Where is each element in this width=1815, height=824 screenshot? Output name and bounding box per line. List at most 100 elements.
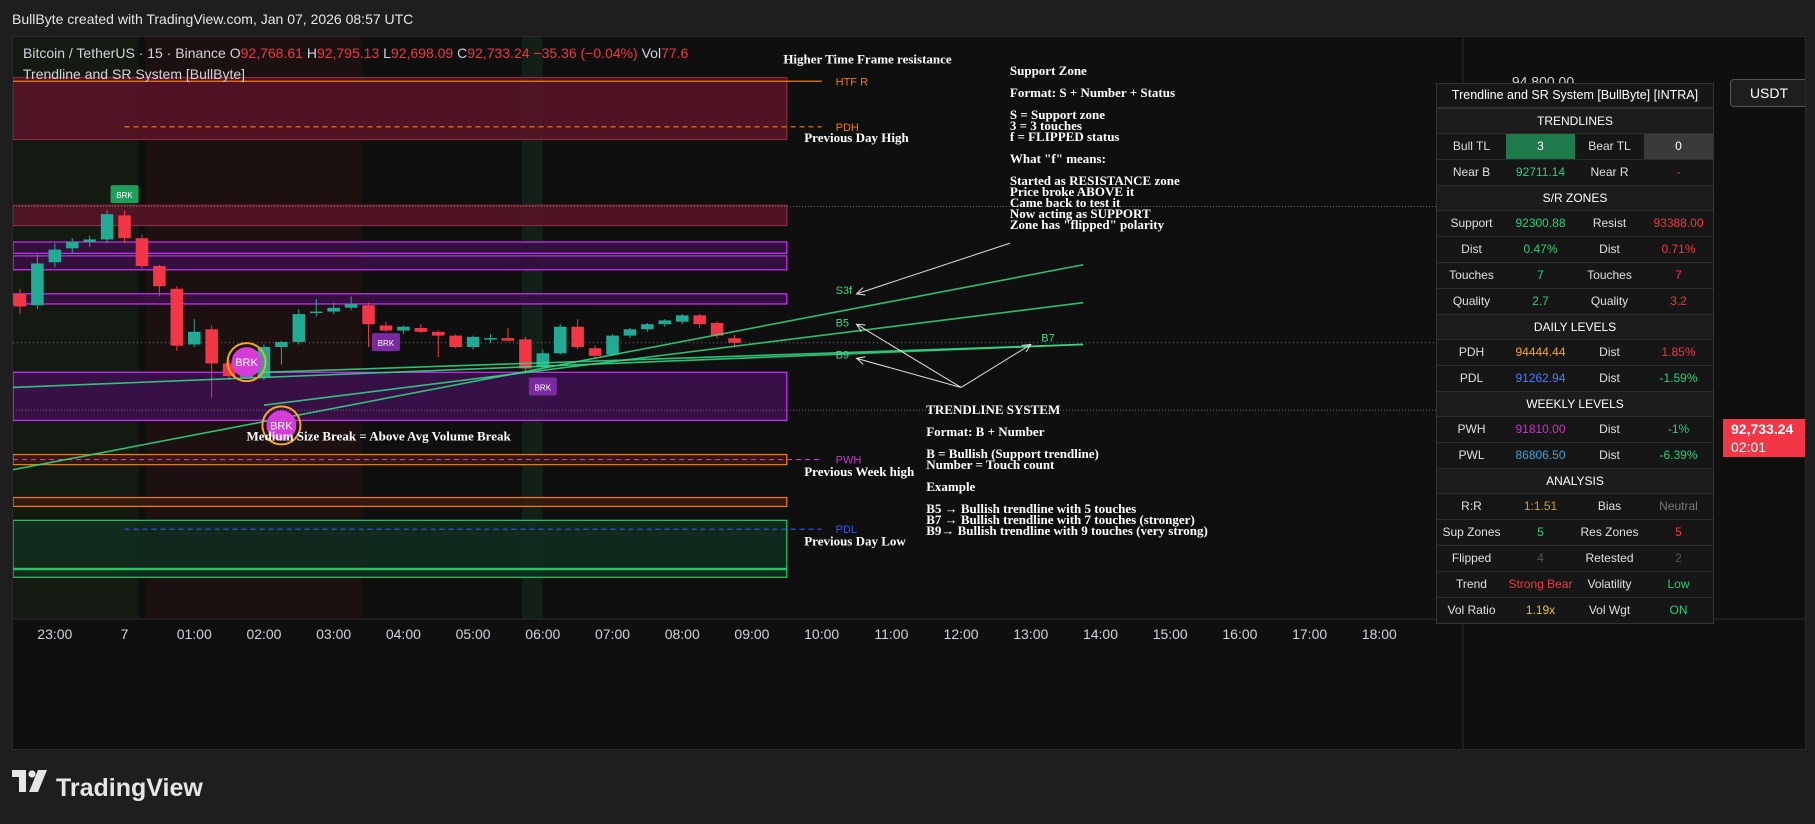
- credit-text: BullByte created with TradingView.com, J…: [12, 11, 414, 27]
- candle-body: [292, 314, 306, 342]
- section-trendlines: TRENDLINES: [1437, 108, 1713, 133]
- table-row: PDL 91262.94 Dist -1.59%: [1437, 365, 1713, 391]
- candle-body: [379, 325, 393, 331]
- candle-body: [414, 328, 428, 332]
- currency-button[interactable]: USDT: [1730, 79, 1805, 107]
- annotation-pdh: Previous Day High: [804, 130, 909, 145]
- annotation-support-line: Format: S + Number + Status: [1010, 85, 1175, 100]
- candle-body: [466, 336, 480, 347]
- htf-resistance-zone: [13, 76, 788, 141]
- candle-body: [536, 353, 550, 368]
- break-label: BRK: [235, 357, 258, 369]
- candle-body: [675, 315, 689, 322]
- cell-label: R:R: [1461, 499, 1482, 513]
- cell-label: Quality: [1590, 294, 1629, 308]
- cell-label: PWL: [1458, 448, 1485, 462]
- last-price-tag: 92,733.24 02:01: [1723, 419, 1805, 457]
- cell-label: Dist: [1461, 242, 1482, 256]
- resist-dist-value: 0.71%: [1661, 242, 1696, 256]
- pdl-dist-value: -1.59%: [1659, 371, 1698, 385]
- candle-body: [205, 329, 218, 364]
- indicator-table: Trendline and SR System [BullByte] [INTR…: [1436, 83, 1714, 624]
- cell-label: Bull TL: [1452, 139, 1491, 153]
- annotation-trend-line: Number = Touch count: [926, 457, 1055, 472]
- annotation-break: Medium Size Break = Above Avg Volume Bre…: [247, 429, 512, 444]
- candle-body: [327, 307, 340, 312]
- candle-body: [135, 238, 149, 267]
- x-tick-label: 07:00: [595, 626, 630, 642]
- annotation-trend-line: TRENDLINE SYSTEM: [926, 402, 1060, 417]
- candle-body: [641, 324, 654, 330]
- x-tick-label: 16:00: [1222, 626, 1257, 642]
- table-row: Vol Ratio 1.19x Vol Wgt ON: [1437, 597, 1713, 623]
- tradingview-logo-icon[interactable]: [12, 770, 48, 792]
- annotation-arrow: [960, 344, 1032, 388]
- open-label: O: [229, 45, 241, 61]
- cell-label: Bias: [1597, 499, 1622, 513]
- volume-label: Vol: [641, 45, 662, 61]
- pdh-dist-value: 1.85%: [1661, 345, 1696, 359]
- near-r-value: -: [1676, 165, 1681, 179]
- table-row: R:R 1:1.51 Bias Neutral: [1437, 493, 1713, 519]
- trend-value: Strong Bear: [1508, 577, 1573, 591]
- table-row: Dist 0.47% Dist 0.71%: [1437, 236, 1713, 262]
- bias-value: Neutral: [1659, 499, 1698, 513]
- annotation-support-line: Zone has "flipped" polarity: [1010, 217, 1165, 232]
- x-tick-label: 09:00: [734, 626, 769, 642]
- x-tick-label: 06:00: [525, 626, 560, 642]
- annotation-trend-line: Format: B + Number: [926, 424, 1044, 439]
- candle-body: [658, 320, 672, 325]
- x-tick-label: 11:00: [874, 626, 908, 642]
- cell-label: Res Zones: [1580, 525, 1639, 539]
- volume-value: 77.6: [661, 45, 689, 61]
- candle-body: [48, 249, 62, 263]
- support-touches-value: 7: [1537, 268, 1544, 282]
- cell-label: Near B: [1452, 165, 1491, 179]
- candle-body: [588, 348, 602, 356]
- cell-label: Touches: [1587, 268, 1632, 282]
- change-value: −35.36 (−0.04%): [533, 45, 638, 61]
- resist-value: 93388.00: [1653, 216, 1704, 230]
- flipped-value: 4: [1537, 551, 1544, 565]
- support-quality-value: 2.7: [1532, 294, 1549, 308]
- volatility-value: Low: [1667, 577, 1690, 591]
- trendline-label: S3f: [836, 285, 853, 297]
- last-price-value: 92,733.24: [1731, 421, 1794, 437]
- section-daily-levels: DAILY LEVELS: [1437, 314, 1713, 339]
- table-row: Quality 2.7 Quality 3.2: [1437, 288, 1713, 314]
- annotation-support-line: f = FLIPPED status: [1010, 129, 1120, 144]
- top-bar: BullByte created with TradingView.com, J…: [0, 0, 1815, 36]
- close-value: 92,733.24: [467, 45, 530, 61]
- x-tick-label: 01:00: [177, 626, 212, 642]
- cell-label: Resist: [1592, 216, 1627, 230]
- table-row: Support 92300.88 Resist 93388.00: [1437, 210, 1713, 236]
- resist-quality-value: 3.2: [1670, 294, 1687, 308]
- close-label: C: [457, 45, 468, 61]
- pwh-value: 91810.00: [1515, 422, 1566, 436]
- cell-label: Vol Ratio: [1447, 603, 1496, 617]
- x-tick-label: 08:00: [665, 626, 700, 642]
- tradingview-brand[interactable]: TradingView: [56, 774, 203, 803]
- low-label: L: [383, 45, 391, 61]
- near-b-value: 92711.14: [1515, 165, 1566, 179]
- candle-body: [728, 338, 741, 343]
- candle-body: [65, 241, 79, 249]
- candle-body: [693, 315, 706, 325]
- cell-label: Flipped: [1451, 551, 1492, 565]
- low-value: 92,698.09: [390, 45, 454, 61]
- orange-zone-2: [13, 496, 788, 507]
- x-tick-label: 04:00: [386, 626, 421, 642]
- pwh-dist-value: -1%: [1667, 422, 1690, 436]
- table-row: PDH 94444.44 Dist 1.85%: [1437, 339, 1713, 365]
- level-label: HTF R: [836, 76, 868, 88]
- annotation-pwh: Previous Week high: [804, 464, 915, 479]
- cell-label: Quality: [1452, 294, 1491, 308]
- resist-touches-value: 7: [1675, 268, 1682, 282]
- candle-body: [431, 331, 445, 336]
- cell-label: Dist: [1599, 371, 1620, 385]
- symbol-name[interactable]: Bitcoin / TetherUS · 15 · Binance: [23, 45, 226, 61]
- res-zones-value: 5: [1675, 525, 1682, 539]
- indicator-name[interactable]: Trendline and SR System [BullByte]: [23, 66, 688, 82]
- legend: Bitcoin / TetherUS · 15 · Binance O92,76…: [23, 45, 688, 82]
- chart-area[interactable]: HTF R PDH PWH PDL S3f B5 B9 B7 BRK BRK BRK BRK BRK 94…: [12, 36, 1806, 750]
